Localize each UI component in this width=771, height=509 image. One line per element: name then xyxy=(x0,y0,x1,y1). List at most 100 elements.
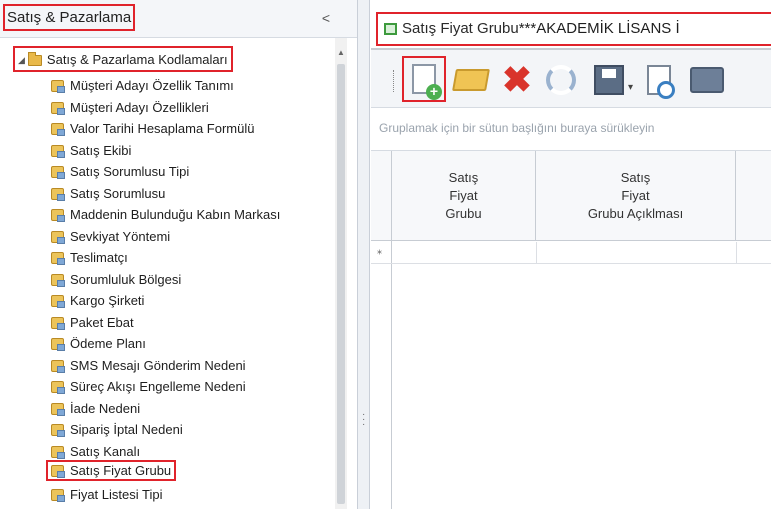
new-row[interactable]: ⁎ xyxy=(371,242,771,264)
delete-button[interactable]: ✖ xyxy=(497,60,537,100)
navigation-tree: ◢ Satış & Pazarlama Kodlamaları Müşteri … xyxy=(0,38,345,509)
tree-item-label: SMS Mesajı Gönderim Nedeni xyxy=(70,358,246,373)
open-folder-icon xyxy=(452,69,490,91)
tree-item-label: Fiyat Listesi Tipi xyxy=(70,487,163,502)
print-button[interactable] xyxy=(687,60,727,100)
tree-item[interactable]: Ödeme Planı xyxy=(48,333,149,354)
column-header-extra[interactable] xyxy=(736,151,771,241)
tree-item[interactable]: Süreç Akışı Engelleme Nedeni xyxy=(48,376,249,397)
tree-root-node[interactable]: ◢ Satış & Pazarlama Kodlamaları xyxy=(13,46,233,72)
scrollbar-thumb[interactable] xyxy=(337,64,345,504)
tree-item[interactable]: Maddenin Bulunduğu Kabın Markası xyxy=(48,204,283,225)
tree-item-icon xyxy=(51,489,65,502)
tree-item-icon xyxy=(51,123,65,136)
tree-item-icon xyxy=(51,145,65,158)
tree-item[interactable]: Sipariş İptal Nedeni xyxy=(48,419,186,440)
print-preview-button[interactable] xyxy=(639,60,679,100)
tree-item-icon xyxy=(51,317,65,330)
folder-icon xyxy=(27,51,42,66)
tree-item[interactable]: Müşteri Adayı Özellik Tanımı xyxy=(48,75,237,96)
left-panel-header: Satış & Pazarlama < xyxy=(0,0,357,38)
data-grid: Satış Fiyat Grubu Satış Fiyat Grubu Açık… xyxy=(371,151,771,509)
tree-root-label: Satış & Pazarlama Kodlamaları xyxy=(46,52,228,67)
tree-item-label: Sevkiyat Yöntemi xyxy=(70,229,171,244)
tree-item-label: Satış Sorumlusu xyxy=(70,186,166,201)
document-tab[interactable]: Satış Fiyat Grubu ***AKADEMİK LİSANS İ xyxy=(376,12,771,46)
tree-item[interactable]: Teslimatçı xyxy=(48,247,131,268)
tree-item-icon xyxy=(51,80,65,93)
refresh-button[interactable] xyxy=(541,60,581,100)
tree-item[interactable]: Kargo Şirketi xyxy=(48,290,147,311)
tree-item-icon xyxy=(51,209,65,222)
group-by-hint: Gruplamak için bir sütun başlığını buray… xyxy=(379,121,655,135)
column-header-price-group[interactable]: Satış Fiyat Grubu xyxy=(392,151,536,241)
tree-item[interactable]: Müşteri Adayı Özellikleri xyxy=(48,97,212,118)
tree-item-label: Teslimatçı xyxy=(70,250,128,265)
tree-item-label: Paket Ebat xyxy=(70,315,134,330)
save-button[interactable] xyxy=(589,60,629,100)
tree-item[interactable]: Sorumluluk Bölgesi xyxy=(48,269,184,290)
tree-scrollbar[interactable]: ▲ xyxy=(335,38,347,509)
tree-item-icon xyxy=(51,188,65,201)
tree-item-label: Sipariş İptal Nedeni xyxy=(70,422,183,437)
refresh-icon xyxy=(546,65,576,95)
print-preview-icon xyxy=(647,65,675,99)
tree-item[interactable]: İade Nedeni xyxy=(48,398,143,419)
tree-item[interactable]: Paket Ebat xyxy=(48,312,137,333)
tree-item-label: Sorumluluk Bölgesi xyxy=(70,272,182,287)
new-record-button[interactable] xyxy=(402,56,446,102)
tree-item-label: İade Nedeni xyxy=(70,401,141,416)
left-navigation-panel: Satış & Pazarlama < ◢ Satış & Pazarlama … xyxy=(0,0,358,509)
tree-item-label: Müşteri Adayı Özellikleri xyxy=(70,100,209,115)
scroll-up-icon[interactable]: ▲ xyxy=(335,48,347,58)
print-icon xyxy=(690,67,724,93)
cell-divider xyxy=(736,242,737,264)
tree-item-icon xyxy=(51,403,65,416)
tree-item-label: Maddenin Bulunduğu Kabın Markası xyxy=(70,207,281,222)
cell-divider xyxy=(536,242,537,264)
tree-item-label: Ödeme Planı xyxy=(70,336,146,351)
tree-item-icon xyxy=(51,274,65,287)
delete-icon: ✖ xyxy=(501,59,533,100)
toolbar: ✖ ▾ xyxy=(371,50,771,108)
tree-item-icon xyxy=(51,166,65,179)
tree-item[interactable]: Satış Ekibi xyxy=(48,140,134,161)
document-panel: Satış Fiyat Grubu***AKADEMİK LİSANS İ ✖ … xyxy=(371,0,771,509)
row-indicator-column xyxy=(391,151,392,509)
save-icon xyxy=(594,65,624,95)
tree-item[interactable]: Satış Kanalı xyxy=(48,441,143,462)
tree-item[interactable]: Fiyat Listesi Tipi xyxy=(48,484,165,505)
new-row-icon: ⁎ xyxy=(377,246,382,257)
panel-title: Satış & Pazarlama xyxy=(3,4,136,31)
license-label: ***AKADEMİK LİSANS İ xyxy=(518,20,680,37)
save-dropdown-icon[interactable]: ▾ xyxy=(628,82,633,93)
new-record-icon xyxy=(412,64,442,100)
tab-title: Satış Fiyat Grubu xyxy=(402,20,519,37)
tree-item[interactable]: Satış Sorumlusu xyxy=(48,183,168,204)
expand-arrow-icon[interactable]: ◢ xyxy=(18,51,25,69)
tree-item[interactable]: Satış Sorumlusu Tipi xyxy=(48,161,192,182)
open-button[interactable] xyxy=(451,60,491,100)
group-by-panel[interactable]: Gruplamak için bir sütun başlığını buray… xyxy=(371,109,771,151)
tree-item-label: Satış Fiyat Grubu xyxy=(70,463,172,478)
tree-item-label: Satış Ekibi xyxy=(70,143,132,158)
form-icon xyxy=(384,23,397,35)
tree-item-icon xyxy=(51,252,65,265)
tree-item[interactable]: SMS Mesajı Gönderim Nedeni xyxy=(48,355,249,376)
tree-item-icon xyxy=(51,338,65,351)
splitter-grip-icon[interactable]: · · · xyxy=(362,410,365,430)
tree-item-selected[interactable]: Satış Fiyat Grubu xyxy=(46,460,177,481)
tree-item-icon xyxy=(51,424,65,437)
tree-item-label: Valor Tarihi Hesaplama Formülü xyxy=(70,121,255,136)
tree-item-label: Kargo Şirketi xyxy=(70,293,145,308)
column-header-price-group-description[interactable]: Satış Fiyat Grubu Açıklması xyxy=(536,151,736,241)
tree-item[interactable]: Valor Tarihi Hesaplama Formülü xyxy=(48,118,257,139)
tree-item-icon xyxy=(51,446,65,459)
collapse-panel-button[interactable]: < xyxy=(318,10,334,26)
tree-item-icon xyxy=(51,360,65,373)
tree-item-label: Satış Sorumlusu Tipi xyxy=(70,164,190,179)
tree-item-icon xyxy=(51,381,65,394)
panel-splitter[interactable]: · · · xyxy=(358,0,370,509)
tree-item-label: Müşteri Adayı Özellik Tanımı xyxy=(70,78,234,93)
tree-item[interactable]: Sevkiyat Yöntemi xyxy=(48,226,173,247)
